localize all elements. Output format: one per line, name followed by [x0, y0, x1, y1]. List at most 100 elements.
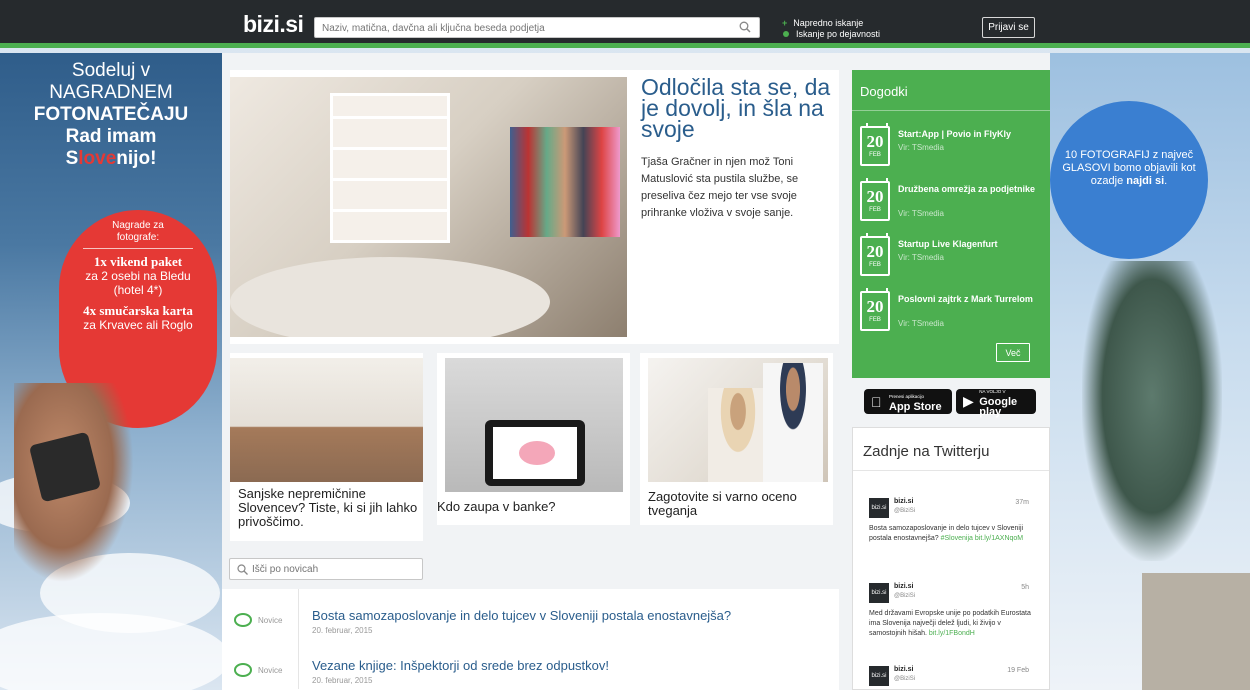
tweet-time[interactable]: 37m — [1015, 499, 1029, 506]
event-item[interactable]: 20 FEB Družbena omrežja za podjetnike Vir… — [860, 178, 1045, 231]
speech-bubble-icon — [234, 663, 252, 677]
site-logo[interactable]: bizi.si — [243, 11, 304, 38]
more-events-button[interactable]: Več — [996, 343, 1030, 362]
news-date: 20. februar, 2015 — [312, 676, 373, 685]
tweet-link[interactable]: bit.ly/1FBondH — [929, 630, 975, 637]
right-banner-ad[interactable]: 10 FOTOGRAFIJ z največ GLASOVI bomo obja… — [1050, 53, 1250, 690]
tablet-shape — [485, 420, 585, 486]
event-item[interactable]: 20 FEB Poslovni zajtrk z Mark Turrelom Vi… — [860, 288, 1045, 341]
contest-slogan: Slovenijo! — [65, 148, 157, 169]
event-title[interactable]: Start:App | Povio in FlyKly — [898, 129, 1038, 140]
statue-pedestal — [1142, 573, 1250, 690]
list-item[interactable]: Novice Bosta samozaposlovanje in delo tu… — [222, 589, 839, 639]
article-card[interactable]: Sanjske nepremičnine Slovencev? Tiste, k… — [230, 353, 423, 541]
news-title[interactable]: Bosta samozaposlovanje in delo tujcev v … — [312, 608, 731, 623]
divider — [298, 589, 299, 639]
avatar[interactable]: bizi.si — [869, 583, 889, 603]
calendar-icon: 20 FEB — [860, 233, 890, 276]
article-caption[interactable]: Kdo zaupa v banke? — [437, 500, 612, 514]
featured-article-image[interactable] — [230, 77, 627, 337]
plus-icon: + — [782, 18, 788, 28]
list-item[interactable]: Novice Vezane knjige: Inšpektorji od sre… — [222, 639, 839, 689]
search-options: + Napredno iskanje Iskanje po dejavnosti — [782, 18, 880, 40]
contest-info-badge: 10 FOTOGRAFIJ z največ GLASOVI bomo obja… — [1050, 101, 1208, 259]
news-tag: Novice — [234, 613, 282, 627]
app-store-badge[interactable]:  Prenesi aplikacijoApp Store — [864, 389, 952, 414]
search-icon[interactable] — [739, 21, 751, 33]
clothes-rack-shape — [510, 127, 620, 237]
event-item[interactable]: 20 FEB Startup Live Klagenfurt Vir: TSmed… — [860, 233, 1045, 286]
event-source: Vir: TSmedia — [898, 253, 944, 262]
divider — [298, 639, 299, 689]
left-banner-ad[interactable]: Sodeluj v NAGRADNEM FOTONATEČAJU Rad ima… — [0, 53, 222, 690]
top-navigation-bar: bizi.si +Napredno iskanje Iskanje po dej… — [0, 0, 1250, 48]
activity-search-link[interactable]: Iskanje po dejavnosti — [782, 29, 880, 40]
news-tag: Novice — [234, 663, 282, 677]
table-shape — [230, 257, 550, 337]
company-search-box — [314, 17, 760, 38]
twitter-title: Zadnje na Twitterju — [863, 443, 990, 460]
featured-article[interactable]: Odločila sta se, da je dovolj, in šla na… — [230, 70, 839, 344]
person-shape — [708, 388, 768, 482]
piggy-bank-shape — [519, 441, 555, 465]
tweet-handle[interactable]: @BiziSi — [894, 676, 915, 682]
calendar-icon: 20 FEB — [860, 288, 890, 331]
featured-article-title[interactable]: Odločila sta se, da je dovolj, in šla na… — [641, 76, 831, 141]
events-title: Dogodki — [860, 84, 908, 99]
main-content: Odločila sta se, da je dovolj, in šla na… — [222, 53, 1050, 690]
tweet-author[interactable]: bizi.si — [894, 583, 913, 590]
event-source: Vir: TSmedia — [898, 143, 944, 152]
tweet-text: Bosta samozaposlovanje in delo tujcev v … — [869, 525, 1024, 542]
search-icon — [237, 564, 248, 575]
cloud-shape — [0, 613, 222, 690]
company-search-input[interactable] — [315, 19, 735, 38]
news-search-input[interactable] — [252, 562, 417, 577]
news-date: 20. februar, 2015 — [312, 626, 373, 635]
article-caption[interactable]: Sanjske nepremičnine Slovencev? Tiste, k… — [238, 487, 418, 529]
featured-article-lead: Tjaša Gračner in njen mož Toni Matuslovi… — [641, 156, 799, 219]
event-source: Vir: TSmedia — [898, 319, 944, 328]
play-icon: ▶ — [963, 393, 974, 409]
divider — [853, 470, 1049, 471]
event-title[interactable]: Družbena omrežja za podjetnike — [898, 184, 1038, 195]
article-image[interactable] — [445, 358, 623, 492]
tweet-author[interactable]: bizi.si — [894, 498, 913, 505]
twitter-panel: Zadnje na Twitterju bizi.si bizi.si @Biz… — [852, 427, 1050, 690]
hashtag-link[interactable]: #Slovenija — [941, 535, 973, 542]
login-button[interactable]: Prijavi se — [982, 17, 1035, 38]
tweet-author[interactable]: bizi.si — [894, 666, 913, 673]
article-card[interactable]: Kdo zaupa v banke? — [437, 353, 630, 525]
tweet-link[interactable]: bit.ly/1AXNqoM — [975, 535, 1023, 542]
speech-bubble-icon — [234, 613, 252, 627]
article-image[interactable] — [648, 358, 828, 482]
event-item[interactable]: 20 FEB Start:App | Povio in FlyKly Vir: T… — [860, 123, 1045, 176]
news-search-box — [229, 558, 423, 580]
events-panel: Dogodki 20 FEB Start:App | Povio in FlyKl… — [852, 70, 1050, 378]
event-source: Vir: TSmedia — [898, 209, 944, 218]
article-card[interactable]: Zagotovite si varno oceno tveganja — [640, 353, 833, 525]
article-caption[interactable]: Zagotovite si varno oceno tveganja — [648, 490, 828, 518]
calendar-icon: 20 FEB — [860, 178, 890, 221]
dragon-statue-photo — [1082, 261, 1222, 561]
tweet-text: Med državami Evropske unije po podatkih … — [869, 610, 1031, 637]
news-list: Novice Bosta samozaposlovanje in delo tu… — [222, 589, 839, 690]
bullet-icon — [783, 31, 789, 37]
article-image[interactable] — [230, 358, 423, 482]
news-title[interactable]: Vezane knjige: Inšpektorji od srede brez… — [312, 658, 609, 673]
advanced-search-link[interactable]: + Napredno iskanje — [782, 18, 880, 29]
event-title[interactable]: Startup Live Klagenfurt — [898, 239, 1038, 250]
avatar[interactable]: bizi.si — [869, 666, 889, 686]
tweet-handle[interactable]: @BiziSi — [894, 593, 915, 599]
google-play-badge[interactable]: ▶ NA VOLJO V Google play — [956, 389, 1036, 417]
tablet-screen — [493, 427, 577, 479]
shelf-shape — [330, 93, 450, 243]
person-shape — [763, 363, 823, 482]
event-title[interactable]: Poslovni zajtrk z Mark Turrelom — [898, 294, 1038, 305]
apple-icon:  — [871, 394, 889, 410]
tweet-time[interactable]: 19 Feb — [1007, 667, 1029, 674]
tweet-handle[interactable]: @BiziSi — [894, 508, 915, 514]
contest-headline: Sodeluj v NAGRADNEM FOTONATEČAJU Rad ima… — [0, 60, 222, 170]
divider — [83, 248, 193, 249]
avatar[interactable]: bizi.si — [869, 498, 889, 518]
tweet-time[interactable]: 5h — [1021, 584, 1029, 591]
